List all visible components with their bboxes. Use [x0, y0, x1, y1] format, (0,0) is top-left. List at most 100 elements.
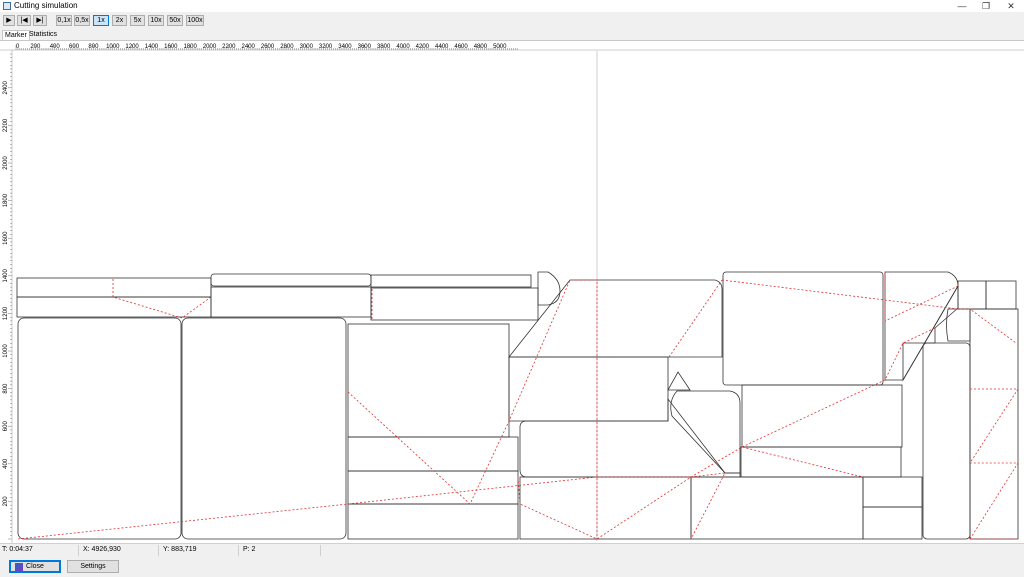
x-ruler-label: 1200	[125, 44, 139, 50]
piece	[181, 317, 347, 540]
play-button[interactable]: ▶	[3, 15, 15, 26]
piece	[508, 279, 723, 358]
path-segment	[969, 388, 1019, 540]
piece	[210, 286, 372, 318]
close-icon	[15, 563, 23, 571]
speed-50x-button[interactable]: 50x	[167, 15, 183, 26]
tab-strip: Marker Statistics	[0, 30, 1024, 41]
x-ruler-label: 1400	[145, 44, 159, 50]
status-separator	[320, 545, 321, 556]
piece	[740, 446, 902, 478]
title-bar: Cutting simulation — ❐ ✕	[0, 0, 1024, 12]
speed-0-5x-button[interactable]: 0,5x	[74, 15, 90, 26]
x-ruler-label: 4800	[474, 44, 488, 50]
speed-100x-button[interactable]: 100x	[186, 15, 204, 26]
piece	[519, 397, 741, 478]
step-forward-button[interactable]: ▶|	[33, 15, 47, 26]
status-separator	[238, 545, 239, 556]
x-ruler-label: 4600	[454, 44, 468, 50]
piece	[16, 277, 212, 298]
piece	[347, 470, 519, 505]
status-p: P: 2	[243, 546, 256, 553]
piece	[670, 390, 741, 474]
x-ruler-label: 2800	[280, 44, 294, 50]
y-ruler-label: 1200	[3, 306, 9, 320]
tab-statistics[interactable]: Statistics	[27, 30, 59, 40]
y-ruler-ticks: 200 400 600 800 1000 1200 1400 1600 1800 2000 2200…	[3, 53, 12, 540]
x-ruler-label: 2600	[261, 44, 275, 50]
status-bar: T: 0:04:37 X: 4926,930 Y: 883,719 P: 2	[0, 543, 1024, 558]
speed-2x-button[interactable]: 2x	[112, 15, 127, 26]
piece	[985, 280, 1017, 310]
x-ruler-label: 1800	[183, 44, 197, 50]
y-ruler-label: 1800	[3, 193, 9, 207]
x-ruler-label: 3800	[377, 44, 391, 50]
piece	[902, 284, 959, 382]
piece	[741, 384, 903, 448]
path-segment	[112, 279, 212, 319]
piece	[347, 503, 519, 540]
y-ruler-label: 400	[3, 458, 9, 469]
bottom-bar: Close Settings	[0, 558, 1024, 577]
status-time: T: 0:04:37	[2, 546, 33, 553]
x-ruler-label: 4200	[416, 44, 430, 50]
piece	[16, 296, 212, 318]
toolbar: ▶ |◀ ▶| 0,1x 0,5x 1x 2x 5x 10x 50x 100x	[0, 13, 1024, 29]
x-ruler-label: 4000	[396, 44, 410, 50]
y-ruler-label: 200	[3, 496, 9, 507]
piece	[667, 371, 691, 391]
settings-button[interactable]: Settings	[67, 560, 119, 573]
piece	[210, 273, 372, 287]
y-ruler-label: 2000	[3, 156, 9, 170]
piece	[969, 308, 1019, 540]
speed-0-1x-button[interactable]: 0,1x	[56, 15, 72, 26]
app-icon	[3, 2, 11, 10]
status-y: Y: 883,719	[163, 546, 197, 553]
marker-drawing[interactable]: 0 200 400 600 800 1000 1200 1400 1600 1800 2000 220…	[0, 41, 1024, 543]
x-ruler-label: 1000	[106, 44, 120, 50]
y-ruler-label: 800	[3, 383, 9, 394]
x-ruler-label: 2200	[222, 44, 236, 50]
marker-canvas[interactable]: 0 200 400 600 800 1000 1200 1400 1600 1800 2000 220…	[0, 40, 1024, 543]
close-window-button[interactable]: ✕	[999, 0, 1023, 12]
x-ruler-label: 2000	[203, 44, 217, 50]
speed-5x-button[interactable]: 5x	[130, 15, 145, 26]
piece	[884, 271, 959, 381]
x-ruler-label: 3400	[338, 44, 352, 50]
piece	[690, 476, 864, 540]
piece	[862, 476, 923, 508]
piece	[370, 287, 539, 321]
restore-button[interactable]: ❐	[974, 0, 998, 12]
path-segment	[668, 279, 723, 358]
status-separator	[158, 545, 159, 556]
path-segment	[517, 472, 726, 540]
y-ruler-label: 1000	[3, 344, 9, 358]
piece	[347, 436, 519, 472]
x-ruler-label: 3000	[300, 44, 314, 50]
minimize-button[interactable]: —	[950, 0, 974, 12]
x-ruler-label: 1600	[164, 44, 178, 50]
y-ruler-label: 2200	[3, 118, 9, 132]
x-ruler-label: 3600	[358, 44, 372, 50]
piece	[957, 280, 987, 310]
status-x: X: 4926,930	[83, 546, 121, 553]
piece	[722, 271, 884, 386]
close-button-label: Close	[26, 563, 44, 570]
x-ruler-label: 3200	[319, 44, 333, 50]
x-ruler-label: 5000	[493, 44, 507, 50]
cut-pieces	[16, 271, 1019, 540]
piece	[370, 274, 532, 288]
path-segment	[17, 446, 864, 540]
window-title: Cutting simulation	[14, 1, 78, 10]
path-segment	[721, 279, 1017, 344]
path-segment	[741, 327, 936, 448]
speed-10x-button[interactable]: 10x	[148, 15, 164, 26]
speed-1x-button[interactable]: 1x	[93, 15, 109, 26]
piece	[537, 271, 561, 306]
close-button[interactable]: Close	[9, 560, 61, 573]
x-ruler-label: 2400	[242, 44, 256, 50]
piece	[862, 506, 923, 540]
piece	[946, 308, 971, 342]
piece	[922, 342, 971, 540]
step-back-button[interactable]: |◀	[17, 15, 31, 26]
